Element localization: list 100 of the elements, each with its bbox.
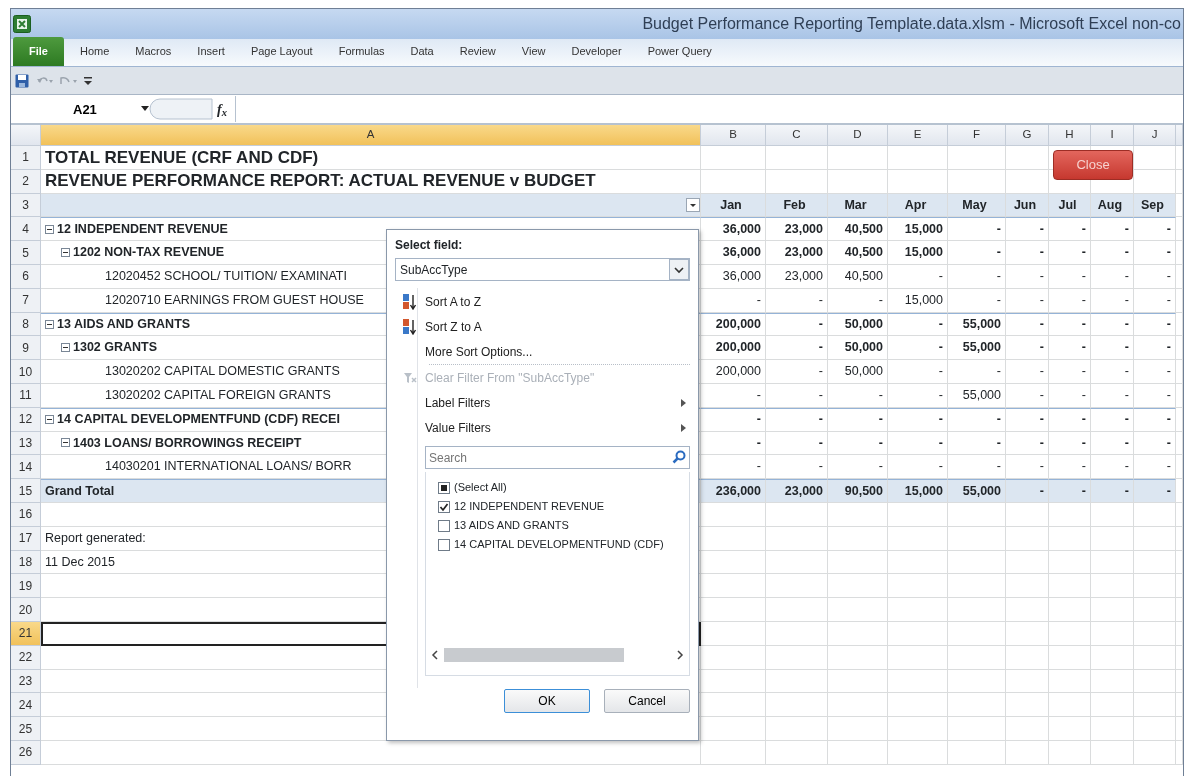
checkbox-label[interactable]: 12 INDEPENDENT REVENUE (454, 498, 605, 515)
column-header[interactable]: F (948, 125, 1006, 146)
row-header[interactable]: 6 (11, 265, 41, 289)
row-header[interactable]: 13 (11, 431, 41, 456)
ribbon-tab[interactable]: Developer (561, 37, 632, 66)
row-header[interactable]: 7 (11, 288, 41, 313)
row-header[interactable]: 18 (11, 550, 41, 575)
ribbon-tab[interactable]: Power Query (637, 37, 722, 66)
row-header[interactable]: 8 (11, 312, 41, 337)
customize-icon[interactable] (83, 74, 93, 87)
row-header[interactable]: 14 (11, 455, 41, 480)
sheet-cell: - (948, 288, 1006, 313)
ribbon-tab[interactable]: Macros (125, 37, 182, 66)
column-header[interactable]: A (41, 125, 701, 146)
row-header[interactable]: 16 (11, 502, 41, 527)
column-header[interactable]: C (766, 125, 828, 146)
row-header[interactable]: 9 (11, 336, 41, 361)
save-icon[interactable] (15, 73, 29, 88)
row-header[interactable]: 15 (11, 479, 41, 503)
column-header[interactable]: J (1134, 125, 1176, 146)
collapse-icon[interactable] (61, 343, 70, 353)
checkbox[interactable] (438, 538, 450, 551)
collapse-icon[interactable] (61, 248, 70, 258)
ribbon-tab[interactable]: File (13, 36, 64, 66)
sheet-cell: - (701, 383, 766, 408)
sheet-cell (888, 645, 948, 670)
horizontal-scrollbar[interactable] (430, 647, 685, 663)
search-icon[interactable] (672, 450, 686, 464)
ribbon-tab[interactable]: Data (400, 37, 444, 66)
column-header[interactable]: G (1006, 125, 1049, 146)
sheet-cell: - (828, 288, 888, 313)
row-header[interactable]: 1 (11, 146, 41, 170)
insert-function-button[interactable]: f$_{x}$ (217, 98, 227, 120)
dropdown-button[interactable] (669, 259, 689, 280)
menu-item[interactable]: Sort A to Z (395, 289, 690, 314)
row-header[interactable]: 10 (11, 360, 41, 384)
row-header[interactable]: 23 (11, 669, 41, 694)
sheet-cell (828, 717, 888, 741)
row-header[interactable]: 19 (11, 574, 41, 599)
row-header[interactable]: 11 (11, 383, 41, 408)
column-header[interactable]: B (701, 125, 766, 146)
dropdown-icon[interactable] (141, 106, 149, 112)
scroll-right-icon[interactable] (675, 650, 685, 660)
ribbon-tab[interactable]: Home (69, 37, 120, 66)
sheet-cell: - (1091, 288, 1134, 313)
sheet-cell: 236,000 (701, 479, 766, 503)
column-header[interactable]: I (1091, 125, 1134, 146)
sheet-cell: - (766, 407, 828, 432)
row-header[interactable]: 26 (11, 740, 41, 765)
checkbox[interactable] (438, 519, 450, 532)
sheet-cell: - (1006, 312, 1049, 337)
row-header[interactable]: 20 (11, 598, 41, 622)
row-header[interactable]: 12 (11, 407, 41, 432)
checkbox-label[interactable]: 13 AIDS AND GRANTS (454, 517, 569, 534)
row-header[interactable]: 17 (11, 526, 41, 551)
column-header[interactable]: H (1049, 125, 1091, 146)
field-dropdown[interactable]: SubAccType (395, 258, 690, 281)
checkbox-label[interactable]: (Select All) (454, 479, 507, 496)
search-field[interactable]: Search (425, 446, 690, 469)
cell-text: 1302 GRANTS (73, 339, 158, 357)
row-header[interactable]: 21 (11, 621, 41, 646)
row-header[interactable]: 22 (11, 645, 41, 670)
column-header[interactable]: E (888, 125, 948, 146)
ribbon-tab[interactable]: Review (449, 37, 506, 66)
row-header[interactable]: 4 (11, 217, 41, 242)
cell-text: 12020710 EARNINGS FROM GUEST HOUSE (105, 291, 364, 309)
collapse-icon[interactable] (45, 319, 54, 329)
cancel-button[interactable]: Cancel (604, 689, 690, 713)
column-header[interactable]: D (828, 125, 888, 146)
ribbon-tab[interactable]: Formulas (328, 37, 395, 66)
collapse-icon[interactable] (45, 224, 54, 234)
menu-item[interactable]: Sort Z to A (395, 314, 690, 339)
menu-item[interactable]: More Sort Options... (395, 339, 690, 364)
sheet-cell: 90,500 (828, 479, 888, 503)
ribbon-tab[interactable]: Page Layout (240, 37, 323, 66)
checkbox[interactable] (438, 500, 450, 513)
checkbox-label[interactable]: 14 CAPITAL DEVELOPMENTFUND (CDF) (454, 536, 664, 553)
ok-button[interactable]: OK (504, 689, 590, 713)
collapse-icon[interactable] (61, 438, 70, 448)
ribbon-tab[interactable]: View (511, 37, 556, 66)
scroll-left-icon[interactable] (430, 650, 440, 660)
scrollbar-thumb[interactable] (444, 648, 624, 662)
ribbon-tab[interactable]: Insert (187, 37, 235, 66)
collapse-icon[interactable] (45, 415, 54, 425)
menu-item[interactable]: Label Filters (395, 390, 690, 415)
filter-dropdown-button[interactable] (686, 198, 700, 212)
row-header[interactable]: 25 (11, 717, 41, 741)
row-header[interactable]: 24 (11, 693, 41, 718)
sheet-cell: - (828, 383, 888, 408)
menu-item[interactable]: Value Filters (395, 415, 690, 440)
sheet-cell (1006, 621, 1049, 646)
sheet-cell: 40,500 (828, 265, 888, 289)
sheet-cell (888, 693, 948, 718)
sheet-cell: Jul (1049, 193, 1091, 218)
row-header[interactable]: 5 (11, 241, 41, 265)
sheet-cell (828, 526, 888, 551)
checkbox[interactable] (438, 481, 450, 494)
row-header[interactable]: 2 (11, 169, 41, 194)
row-header[interactable]: 3 (11, 193, 41, 218)
report-title: TOTAL REVENUE (CRF AND CDF) (45, 146, 319, 169)
